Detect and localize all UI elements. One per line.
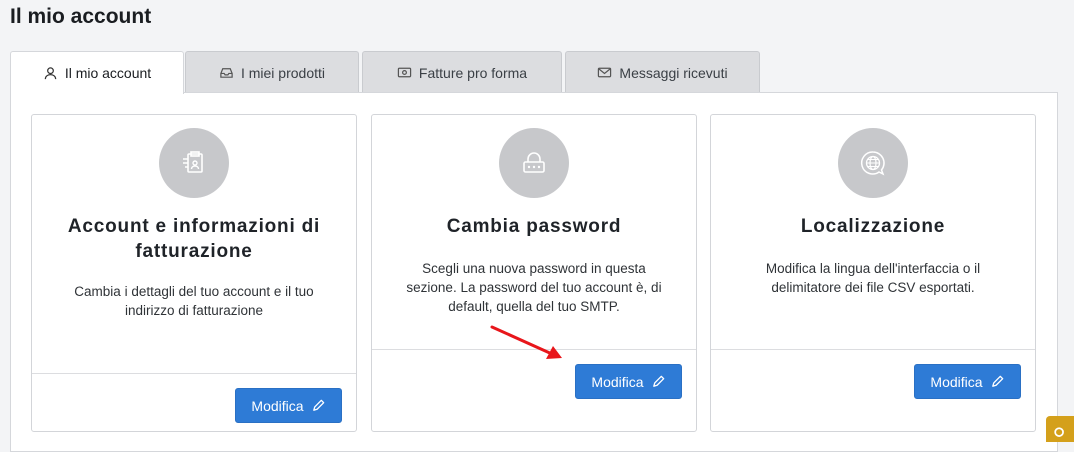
tab-received-messages[interactable]: Messaggi ricevuti [565, 51, 760, 93]
pencil-icon [991, 375, 1003, 387]
modifica-button-password[interactable]: Modifica [575, 364, 682, 399]
tab-label: Messaggi ricevuti [619, 64, 728, 81]
card-icon-circle [159, 128, 229, 198]
modifica-button-localization[interactable]: Modifica [914, 364, 1021, 399]
modifica-button-account[interactable]: Modifica [235, 388, 342, 423]
inbox-icon [220, 68, 233, 78]
page-title: Il mio account [10, 5, 152, 28]
tab-my-products[interactable]: I miei prodotti [185, 51, 359, 93]
globe-chat-icon [860, 151, 885, 176]
card-description: Modifica la lingua dell'interfaccia o il… [765, 261, 981, 295]
money-icon [397, 67, 412, 78]
tab-label: I miei prodotti [240, 64, 326, 81]
tab-label: Il mio account [64, 65, 152, 81]
password-lock-icon [523, 152, 545, 173]
button-label: Modifica [251, 397, 304, 414]
card-divider [32, 373, 356, 374]
card-change-password: Cambia password Scegli una nuova passwor… [371, 114, 697, 432]
card-description: Cambia i dettagli del tuo account e il t… [74, 284, 314, 318]
envelope-icon [598, 67, 612, 78]
annotation-arrow [490, 325, 562, 359]
card-account-billing: Account e informazioni di fatturazione C… [31, 114, 357, 432]
card-divider [711, 349, 1035, 350]
tab-label: Fatture pro forma [418, 64, 528, 81]
tab-proforma-invoices[interactable]: Fatture pro forma [362, 51, 562, 93]
card-localization: Localizzazione Modifica la lingua dell'i… [710, 114, 1036, 432]
tab-my-account[interactable]: Il mio account [10, 51, 184, 94]
card-title: Account e informazioni di fatturazione [67, 216, 321, 262]
pencil-icon [312, 399, 324, 411]
card-icon-circle [838, 128, 908, 198]
card-title: Cambia password [446, 216, 622, 237]
card-icon-circle [499, 128, 569, 198]
button-label: Modifica [591, 373, 644, 390]
pencil-icon [652, 375, 664, 387]
card-description: Scegli una nuova password in questa sezi… [406, 261, 662, 314]
help-widget[interactable] [1046, 416, 1074, 442]
user-icon [44, 66, 57, 79]
card-title: Localizzazione [800, 216, 946, 237]
button-label: Modifica [930, 373, 983, 390]
billing-document-icon [183, 151, 203, 173]
search-icon [1054, 427, 1064, 437]
